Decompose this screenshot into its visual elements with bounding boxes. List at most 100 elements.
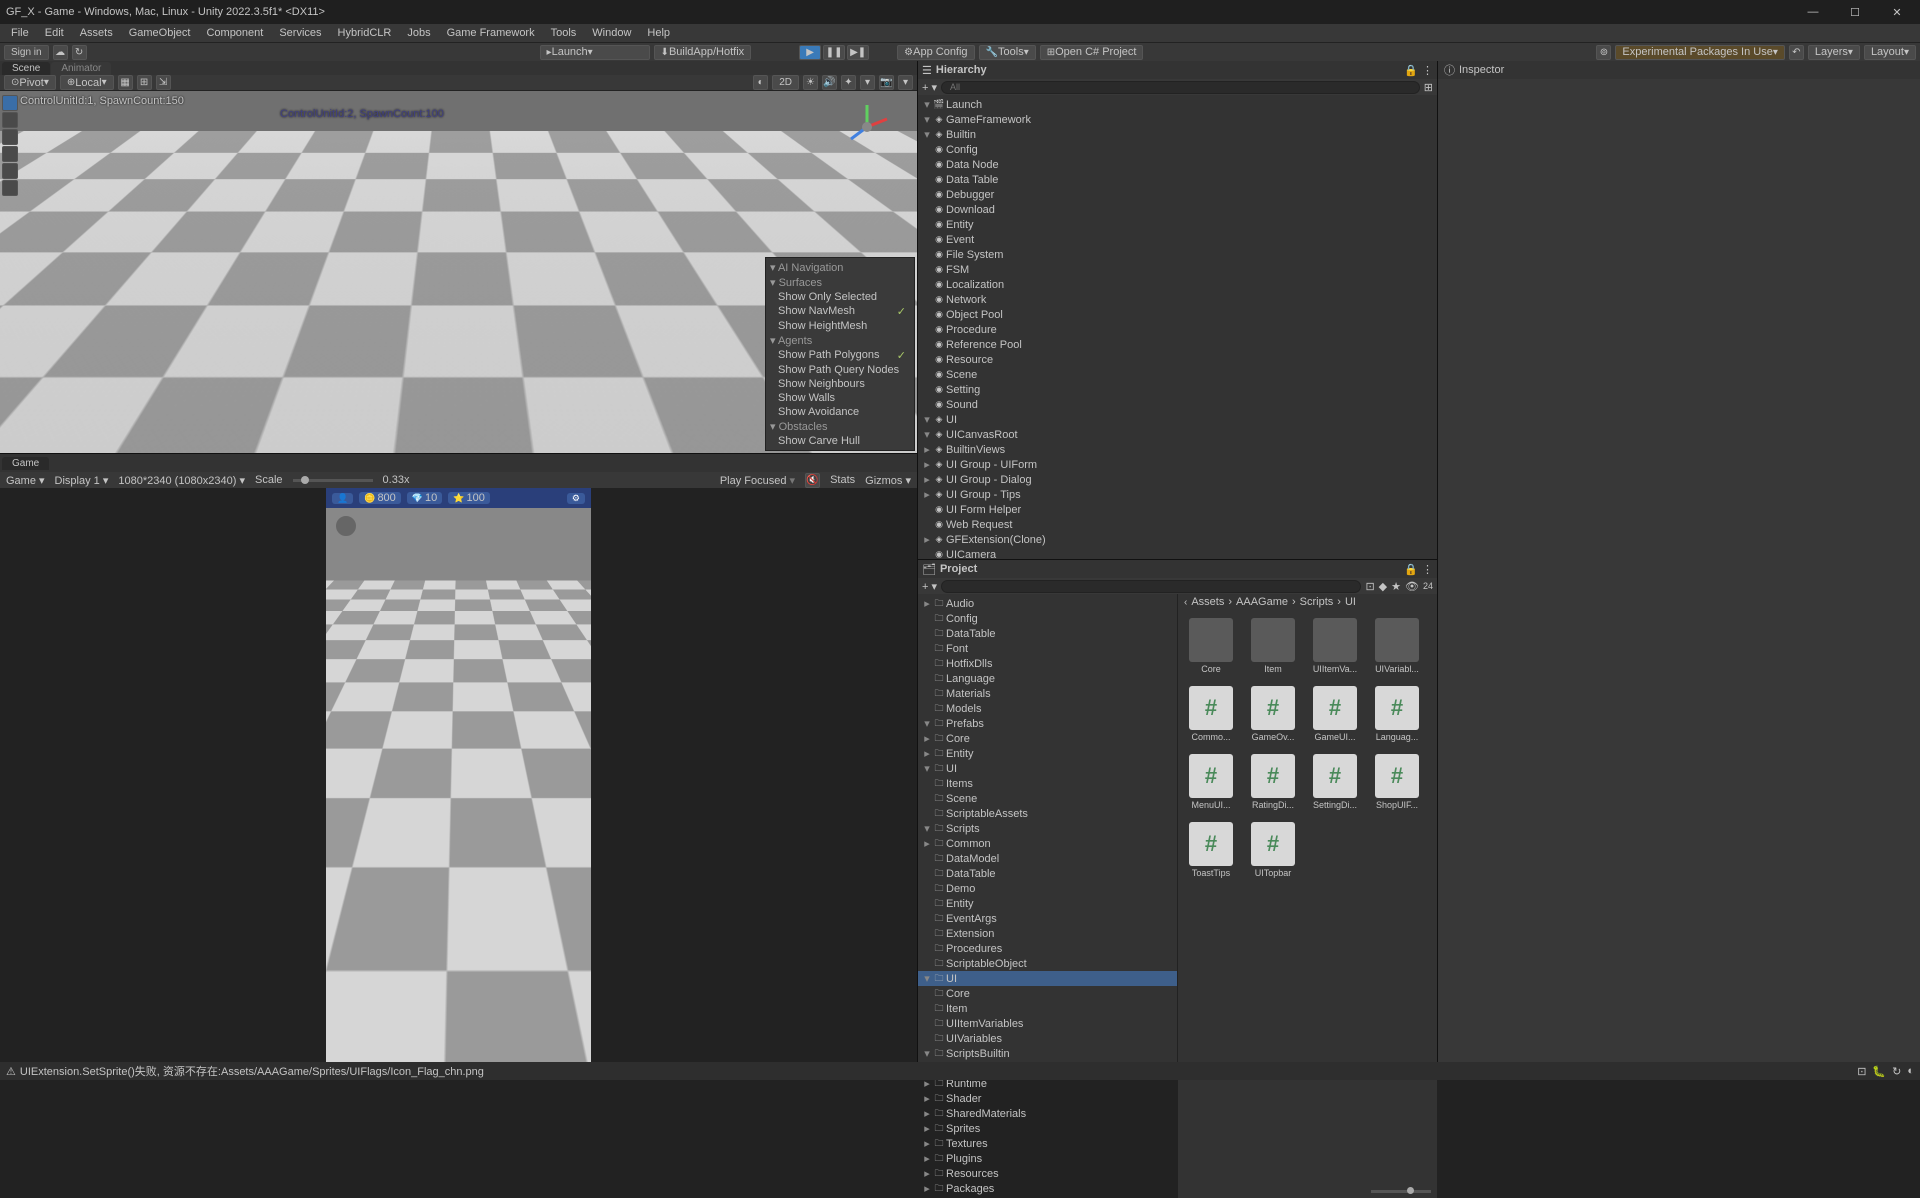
layout-dropdown[interactable]: Layout ▾	[1864, 45, 1916, 60]
hierarchy-node[interactable]: ◉Setting	[918, 382, 1437, 397]
cloud-icon[interactable]: ☁	[53, 45, 68, 60]
build-button[interactable]: ⬇ BuildApp/Hotfix	[654, 45, 752, 60]
project-folder[interactable]: 🗀Demo	[918, 881, 1177, 896]
undo-history-icon[interactable]: ↶	[1789, 45, 1804, 60]
twod-toggle[interactable]: 2D	[772, 75, 799, 90]
scene-view[interactable]: ControlUnitId:1, SpawnCount:150 ControlU…	[0, 91, 917, 453]
project-folder[interactable]: 🗀DataModel	[918, 851, 1177, 866]
hierarchy-node[interactable]: ◉Reference Pool	[918, 337, 1437, 352]
local-toggle[interactable]: ⊕ Local ▾	[60, 75, 114, 90]
minimize-icon[interactable]: —	[1796, 6, 1830, 19]
status-autorefresh-icon[interactable]: ↻	[1892, 1065, 1901, 1078]
project-folder[interactable]: ▸🗀Common	[918, 836, 1177, 851]
pause-button[interactable]: ❚❚	[823, 45, 845, 60]
asset-item[interactable]: #GameOv...	[1248, 686, 1298, 742]
tab-animator[interactable]: Animator	[51, 62, 111, 75]
status-activity-icon[interactable]: ◐	[1907, 1065, 1914, 1078]
project-folder[interactable]: 🗀Entity	[918, 896, 1177, 911]
ai-item[interactable]: Show NavMesh✓	[770, 304, 910, 319]
project-folder[interactable]: 🗀UIVariables	[918, 1031, 1177, 1046]
hierarchy-node[interactable]: ▾◈GameFramework	[918, 112, 1437, 127]
project-folder[interactable]: ▸🗀Core	[918, 731, 1177, 746]
project-folder[interactable]: 🗀Font	[918, 641, 1177, 656]
hierarchy-node[interactable]: ◉Procedure	[918, 322, 1437, 337]
hierarchy-filter-icon[interactable]: ⊞	[1424, 81, 1433, 94]
project-search[interactable]	[941, 580, 1361, 593]
project-folder[interactable]: 🗀Scene	[918, 791, 1177, 806]
rotate-tool-icon[interactable]	[2, 129, 18, 145]
appconfig-button[interactable]: ⚙ App Config	[897, 45, 974, 60]
asset-item[interactable]: #ToastTips	[1186, 822, 1236, 878]
project-folder[interactable]: 🗀DataTable	[918, 866, 1177, 881]
project-folder[interactable]: ▸🗀Plugins	[918, 1151, 1177, 1166]
asset-item[interactable]: #Commo...	[1186, 686, 1236, 742]
snap-icon[interactable]: ⊞	[137, 75, 152, 90]
project-folder[interactable]: ▸🗀Audio	[918, 596, 1177, 611]
asset-item[interactable]: #MenuUI...	[1186, 754, 1236, 810]
project-folder[interactable]: 🗀ScriptableAssets	[918, 806, 1177, 821]
hierarchy-node[interactable]: ◉Debugger	[918, 187, 1437, 202]
fx-icon[interactable]: ✦	[841, 75, 856, 90]
add-icon[interactable]: + ▾	[922, 81, 937, 94]
project-folder[interactable]: 🗀Item	[918, 1001, 1177, 1016]
project-folder[interactable]: ▸🗀SharedMaterials	[918, 1106, 1177, 1121]
project-folder[interactable]: ▸🗀Sprites	[918, 1121, 1177, 1136]
asset-item[interactable]: UIItemVa...	[1310, 618, 1360, 674]
gear-icon[interactable]: ⚙	[567, 493, 585, 504]
menu-file[interactable]: File	[4, 26, 36, 40]
rect-tool-icon[interactable]	[2, 163, 18, 179]
hierarchy-node[interactable]: ◉Data Table	[918, 172, 1437, 187]
game-dropdown[interactable]: Game ▾	[6, 474, 45, 487]
tab-game[interactable]: Game	[2, 457, 49, 470]
project-tree[interactable]: ▸🗀Audio🗀Config 🗀DataTable 🗀Font🗀HotfixDlls…	[918, 594, 1178, 1198]
hierarchy-node[interactable]: ◉File System	[918, 247, 1437, 262]
launch-dropdown[interactable]: ▸ Launch ▾	[540, 45, 650, 60]
hierarchy-node[interactable]: ◉Localization	[918, 277, 1437, 292]
project-menu-icon[interactable]: ⋮	[1422, 563, 1433, 576]
search-icon[interactable]: ⊚	[1596, 45, 1611, 60]
menu-hybridclr[interactable]: HybridCLR	[331, 26, 399, 40]
project-grid[interactable]: CoreItemUIItemVa...UIVariabl...#Commo...…	[1178, 610, 1437, 1184]
project-folder[interactable]: ▸🗀Packages	[918, 1181, 1177, 1196]
signin-button[interactable]: Sign in	[4, 45, 49, 60]
play-focused-dropdown[interactable]: Play Focused ▾	[720, 474, 795, 487]
snap-increment-icon[interactable]: ⇲	[156, 75, 171, 90]
target-icon[interactable]	[334, 514, 358, 538]
display-dropdown[interactable]: Display 1 ▾	[55, 474, 109, 487]
asset-item[interactable]: Core	[1186, 618, 1236, 674]
transform-tool-icon[interactable]	[2, 180, 18, 196]
project-folder[interactable]: ▸🗀Shader	[918, 1091, 1177, 1106]
project-folder[interactable]: ▾🗀ScriptsBuiltin	[918, 1046, 1177, 1061]
project-folder[interactable]: 🗀HotfixDlls	[918, 656, 1177, 671]
hierarchy-node[interactable]: ◉Config	[918, 142, 1437, 157]
menu-assets[interactable]: Assets	[73, 26, 120, 40]
hierarchy-lock-icon[interactable]: 🔒	[1404, 64, 1418, 77]
project-lock-icon[interactable]: 🔒	[1404, 563, 1418, 576]
project-folder[interactable]: 🗀Extension	[918, 926, 1177, 941]
pivot-toggle[interactable]: ⊙ Pivot ▾	[4, 75, 56, 90]
hierarchy-node[interactable]: ▾◈Builtin	[918, 127, 1437, 142]
project-folder[interactable]: ▾🗀Prefabs	[918, 716, 1177, 731]
hierarchy-node[interactable]: ▸◈GFExtension(Clone)	[918, 532, 1437, 547]
tab-scene[interactable]: Scene	[2, 62, 50, 75]
hierarchy-node[interactable]: ◉UI Form Helper	[918, 502, 1437, 517]
project-folder[interactable]: ▸🗀Resources	[918, 1166, 1177, 1181]
hierarchy-node[interactable]: ◉Resource	[918, 352, 1437, 367]
move-tool-icon[interactable]	[2, 112, 18, 128]
project-folder[interactable]: 🗀Config	[918, 611, 1177, 626]
view-tool-icon[interactable]	[2, 95, 18, 111]
project-folder[interactable]: 🗀Models	[918, 701, 1177, 716]
status-bug-icon[interactable]: 🐛	[1872, 1065, 1886, 1078]
ai-group-obstacles[interactable]: ▾ Obstacles	[770, 419, 910, 434]
ai-group-agents[interactable]: ▾ Agents	[770, 333, 910, 348]
ai-nav-title[interactable]: ▾ AI Navigation	[770, 260, 910, 275]
refresh-icon[interactable]: ↻	[72, 45, 87, 60]
scale-tool-icon[interactable]	[2, 146, 18, 162]
menu-gameobject[interactable]: GameObject	[122, 26, 198, 40]
play-button[interactable]: ▶	[799, 45, 821, 60]
audio-icon[interactable]: 🔊	[822, 75, 837, 90]
ai-group-surfaces[interactable]: ▾ Surfaces	[770, 275, 910, 290]
search-by-type-icon[interactable]: ⊡	[1365, 580, 1374, 593]
stats-toggle[interactable]: Stats	[830, 474, 855, 486]
breadcrumb-segment[interactable]: Scripts	[1300, 596, 1334, 608]
